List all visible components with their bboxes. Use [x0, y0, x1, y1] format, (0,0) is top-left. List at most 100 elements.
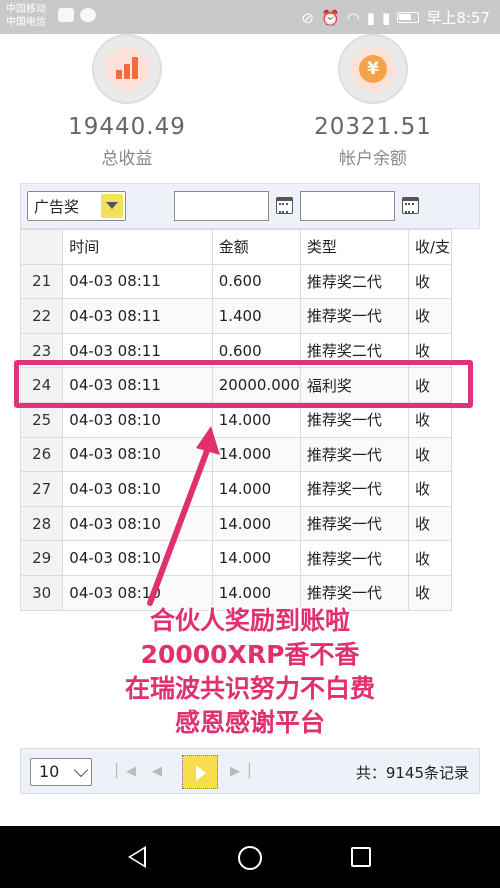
row-type: 推荐奖二代 — [299, 263, 410, 300]
row-index: 22 — [19, 298, 64, 334]
mute-icon: ⊘ — [301, 8, 314, 27]
table-row: 25 04-03 08:10 14.000 推荐奖一代收 — [19, 401, 452, 438]
battery-icon — [397, 12, 420, 23]
header-direction: 收/支 — [408, 229, 452, 265]
balance-badge: ¥ — [338, 34, 408, 104]
row-index: 30 — [19, 574, 64, 611]
row-direction: 收 — [408, 332, 452, 369]
row-amount: 14.000 — [211, 471, 301, 507]
row-amount: 1.400 — [211, 298, 301, 334]
wifi-icon: ◠ — [346, 8, 360, 27]
table-row: 28 04-03 08:10 14.000 推荐奖一代收 — [19, 505, 452, 542]
row-direction: 收 — [408, 471, 452, 507]
page-size-value: 10 — [39, 762, 60, 781]
row-index: 25 — [19, 401, 64, 438]
caption-line: 在瑞波共识努力不白费 — [124, 674, 375, 703]
records-table: 时间 金额 类型 收/支 21 04-03 08:11 0.600 推荐奖二代收 22 0… — [19, 229, 452, 611]
chevron-down-icon[interactable] — [101, 194, 123, 218]
row-index: 29 — [19, 540, 64, 576]
row-time: 04-03 08:11 — [62, 367, 213, 403]
home-icon[interactable] — [238, 846, 262, 870]
row-time: 04-03 08:11 — [62, 263, 213, 300]
row-type: 推荐奖一代 — [299, 540, 410, 576]
row-index: 23 — [19, 332, 64, 369]
row-index: 27 — [19, 471, 64, 507]
signal-icon: ▮ — [366, 8, 376, 27]
row-type: 推荐奖一代 — [299, 505, 410, 542]
end-date-input[interactable] — [300, 191, 395, 221]
alarm-icon: ⏰ — [321, 8, 340, 27]
row-time: 04-03 08:10 — [62, 401, 213, 438]
prev-page-icon[interactable]: ◀ — [152, 764, 162, 779]
row-time: 04-03 08:11 — [62, 332, 213, 369]
table-header-row: 时间 金额 类型 收/支 — [19, 229, 452, 265]
row-amount: 14.000 — [211, 540, 301, 576]
back-icon[interactable] — [128, 846, 146, 868]
filter-bar: 广告奖 — [20, 183, 480, 229]
pagination-bar: 10 ▏◀ ◀ ▶▕ 共：9145条记录 — [20, 748, 480, 794]
caption-line: 合伙人奖励到账啦 — [149, 606, 350, 635]
header-time: 时间 — [62, 229, 213, 265]
row-direction: 收 — [408, 505, 452, 542]
row-amount: 14.000 — [211, 401, 301, 438]
signal-icon-2: ▮ — [382, 8, 391, 27]
balance-label: 帐户余额 — [339, 149, 407, 169]
row-type: 推荐奖二代 — [299, 332, 410, 369]
caption-line: 感恩感谢平台 — [174, 708, 325, 737]
header-type: 类型 — [299, 229, 410, 265]
row-amount: 0.600 — [211, 263, 301, 300]
page-size-select[interactable]: 10 — [30, 758, 92, 786]
yen-coin-icon: ¥ — [359, 55, 387, 83]
total-income-label: 总收益 — [101, 149, 153, 169]
first-page-icon[interactable]: ▏◀ — [116, 764, 136, 779]
last-page-icon[interactable]: ▶▕ — [230, 764, 250, 779]
row-index: 26 — [19, 436, 64, 473]
activity-icon — [58, 8, 74, 22]
calendar-icon[interactable] — [402, 197, 419, 214]
carrier-info: 中国移动 中国电信 — [6, 3, 46, 29]
status-bar: 中国移动 中国电信 ⊘ ⏰ ◠ ▮ ▮ 早上8:57 — [0, 0, 500, 34]
row-time: 04-03 08:10 — [62, 471, 213, 507]
row-time: 04-03 08:10 — [62, 505, 213, 542]
status-right: ⊘ ⏰ ◠ ▮ ▮ 早上8:57 — [301, 7, 490, 28]
recent-apps-icon[interactable] — [351, 847, 371, 867]
next-page-button[interactable] — [182, 755, 218, 789]
header-amount: 金额 — [211, 229, 301, 265]
table-row: 23 04-03 08:11 0.600 推荐奖二代收 — [19, 332, 452, 369]
system-nav-bar — [0, 826, 500, 888]
row-direction: 收 — [408, 540, 452, 576]
row-type: 推荐奖一代 — [299, 436, 410, 473]
header-index — [19, 229, 64, 265]
row-direction: 收 — [408, 401, 452, 438]
total-income-stat: 19440.49 总收益 — [27, 34, 227, 169]
row-index: 24 — [19, 367, 64, 403]
row-direction: 收 — [408, 436, 452, 473]
start-date-input[interactable] — [174, 191, 269, 221]
row-direction: 收 — [408, 367, 452, 403]
row-type: 福利奖 — [299, 367, 410, 403]
total-records: 共：9145条记录 — [355, 764, 469, 782]
row-amount: 20000.000 — [211, 367, 301, 403]
carrier-1: 中国移动 — [6, 4, 46, 15]
table-row: 27 04-03 08:10 14.000 推荐奖一代收 — [19, 471, 452, 507]
chevron-down-icon[interactable] — [73, 762, 89, 778]
calendar-icon[interactable] — [276, 197, 293, 214]
app-notification-icon — [80, 8, 96, 22]
row-time: 04-03 08:11 — [62, 298, 213, 334]
row-index: 28 — [19, 505, 64, 542]
annotation-caption: 合伙人奖励到账啦 20000XRP香不香 在瑞波共识努力不白费 感恩感谢平台 — [60, 604, 440, 740]
row-amount: 14.000 — [211, 436, 301, 473]
table-row: 29 04-03 08:10 14.000 推荐奖一代收 — [19, 540, 452, 576]
row-amount: 0.600 — [211, 332, 301, 369]
row-time: 04-03 08:10 — [62, 436, 213, 473]
row-type: 推荐奖一代 — [299, 471, 410, 507]
table-row: 22 04-03 08:11 1.400 推荐奖一代收 — [19, 298, 452, 334]
type-select[interactable]: 广告奖 — [27, 191, 126, 221]
row-type: 推荐奖一代 — [299, 401, 410, 438]
balance-stat: ¥ 20321.51 帐户余额 — [273, 34, 473, 169]
row-time: 04-03 08:10 — [62, 540, 213, 576]
clock: 早上8:57 — [426, 9, 490, 27]
bar-chart-icon — [116, 57, 138, 79]
table-row: 24 04-03 08:11 20000.000 福利奖收 — [19, 367, 452, 403]
carrier-2: 中国电信 — [6, 17, 46, 28]
